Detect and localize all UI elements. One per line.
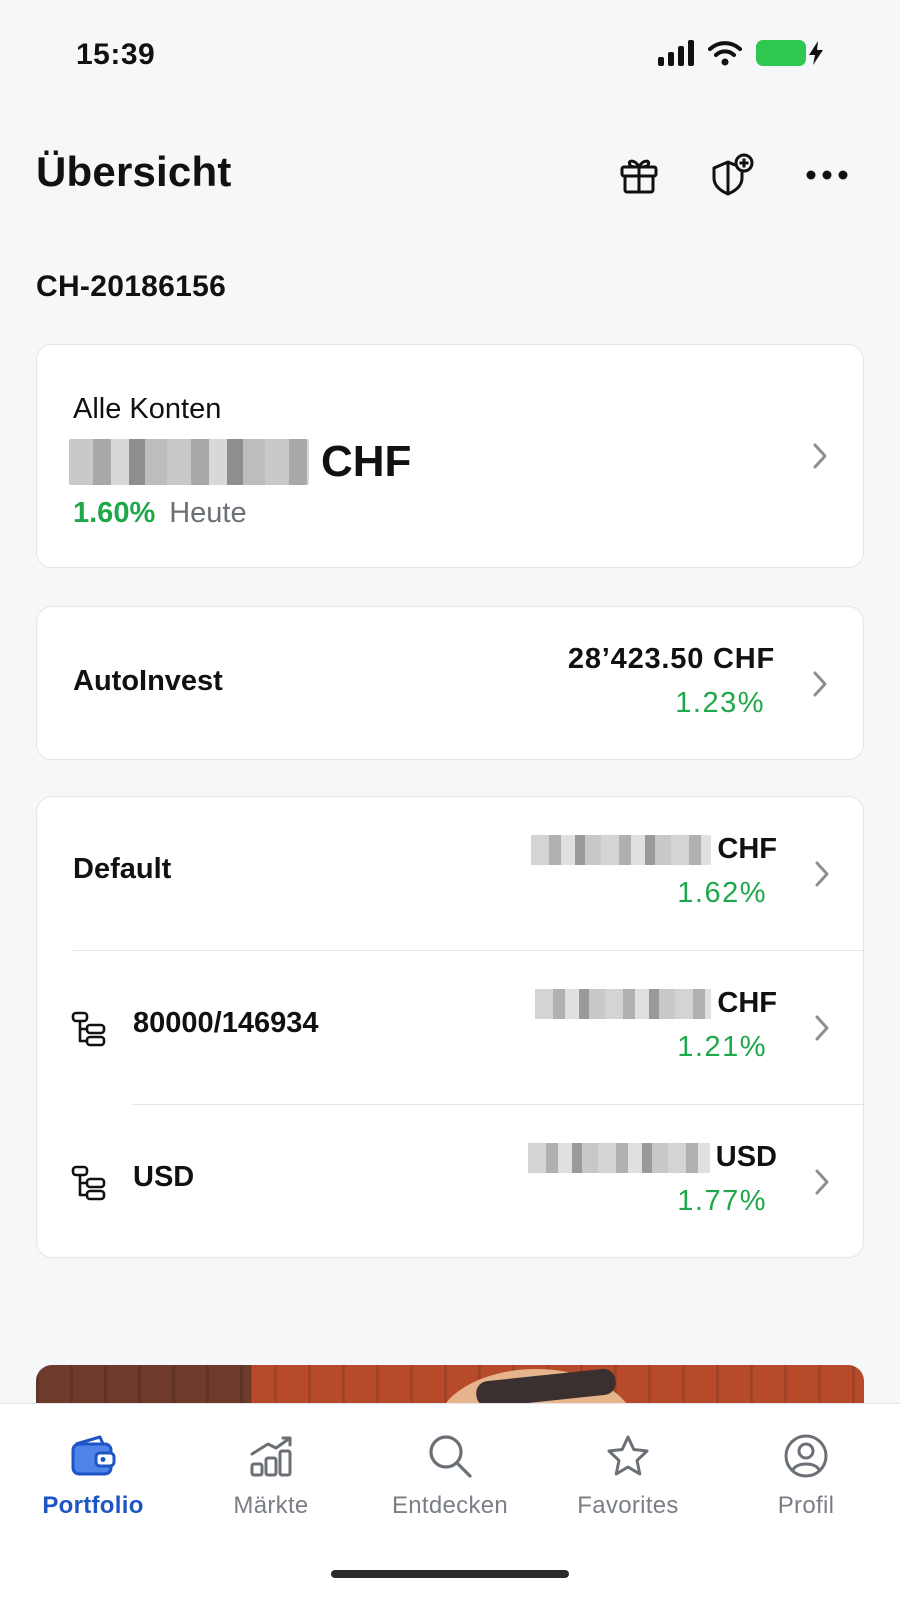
tab-label: Portfolio	[42, 1492, 144, 1519]
all-accounts-label: Alle Konten	[73, 393, 222, 425]
chevron-right-icon	[811, 859, 833, 889]
chevron-right-icon	[809, 669, 831, 699]
redacted-value	[527, 1142, 710, 1173]
account-change: 1.21%	[677, 1031, 767, 1063]
gift-button[interactable]	[614, 150, 664, 200]
wifi-icon	[708, 41, 742, 66]
status-bar: 15:39	[0, 0, 900, 110]
all-accounts-change-row: 1.60% Heute	[73, 497, 247, 530]
sub-account-tree-icon	[71, 1011, 106, 1047]
battery-icon	[756, 40, 824, 66]
wallet-icon	[71, 1435, 116, 1476]
all-accounts-value: CHF	[69, 437, 411, 487]
redacted-value	[69, 439, 309, 485]
more-button[interactable]	[802, 150, 852, 200]
account-row-default[interactable]: Default CHF 1.62%	[37, 797, 865, 950]
redacted-value	[535, 988, 712, 1019]
chevron-right-icon	[811, 1013, 833, 1043]
home-indicator	[331, 1570, 569, 1578]
chevron-right-icon	[811, 1167, 833, 1197]
status-icons	[658, 40, 824, 66]
more-icon	[806, 170, 848, 180]
search-icon	[429, 1435, 472, 1478]
tab-profile[interactable]: Profil	[716, 1426, 896, 1536]
add-protection-button[interactable]	[708, 150, 758, 200]
chevron-right-icon	[809, 441, 831, 471]
change-period: Heute	[169, 497, 247, 529]
autoinvest-label: AutoInvest	[73, 665, 223, 697]
profile-icon	[784, 1434, 828, 1478]
redacted-value	[531, 834, 712, 865]
all-accounts-currency: CHF	[321, 437, 412, 486]
account-value: CHF	[535, 987, 777, 1020]
page-title: Übersicht	[36, 148, 232, 195]
all-accounts-card[interactable]: Alle Konten CHF 1.60% Heute	[36, 344, 864, 568]
account-row-80000-146934[interactable]: 80000/146934 CHF 1.21%	[37, 951, 865, 1104]
account-value: USD	[527, 1141, 777, 1174]
tab-label: Profil	[777, 1492, 835, 1519]
tab-favorites[interactable]: Favorites	[538, 1426, 718, 1536]
account-row-usd[interactable]: USD USD 1.77%	[37, 1105, 865, 1258]
account-value: CHF	[531, 833, 777, 866]
sub-account-tree-icon	[71, 1165, 106, 1201]
account-label: USD	[133, 1161, 195, 1193]
chart-growth-icon	[250, 1436, 292, 1477]
all-accounts-change: 1.60%	[73, 497, 156, 529]
tab-markets[interactable]: Märkte	[181, 1426, 361, 1536]
accounts-list-card: Default CHF 1.62% 80000/146934 CHF 1.21%	[36, 796, 864, 1258]
autoinvest-card[interactable]: AutoInvest 28’423.50 CHF 1.23%	[36, 606, 864, 760]
status-time: 15:39	[76, 38, 156, 71]
gift-icon	[620, 159, 658, 194]
tab-label: Favorites	[577, 1492, 679, 1519]
account-currency: CHF	[717, 987, 777, 1019]
tab-label: Entdecken	[391, 1492, 509, 1519]
cellular-signal-icon	[658, 40, 694, 66]
account-currency: CHF	[717, 833, 777, 865]
account-change: 1.77%	[677, 1185, 767, 1217]
header: Übersicht	[0, 130, 900, 220]
account-id: CH-20186156	[36, 270, 227, 303]
autoinvest-change: 1.23%	[675, 687, 765, 719]
tab-portfolio[interactable]: Portfolio	[3, 1426, 183, 1536]
tab-discover[interactable]: Entdecken	[360, 1426, 540, 1536]
account-label: 80000/146934	[133, 1007, 319, 1039]
account-label: Default	[73, 853, 172, 885]
star-icon	[607, 1435, 649, 1476]
tab-label: Märkte	[233, 1492, 309, 1519]
shield-plus-icon	[712, 153, 754, 196]
autoinvest-value: 28’423.50 CHF	[567, 643, 775, 675]
account-change: 1.62%	[677, 877, 767, 909]
account-currency: USD	[715, 1141, 777, 1173]
